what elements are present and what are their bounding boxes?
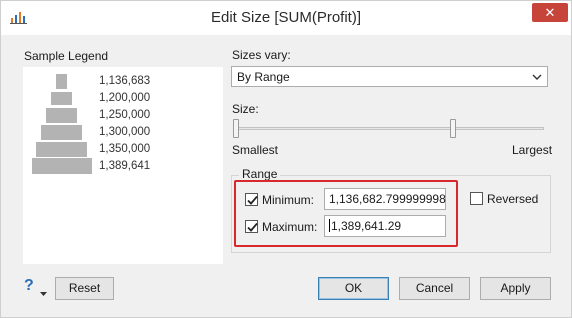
smallest-label: Smallest (232, 143, 279, 157)
caret-down-icon (40, 285, 47, 299)
apply-button[interactable]: Apply (480, 277, 551, 300)
largest-label: Largest (512, 143, 553, 157)
reset-button[interactable]: Reset (55, 277, 114, 300)
legend-item: 1,250,000 (23, 107, 223, 124)
legend-item: 1,200,000 (23, 90, 223, 107)
minimum-input[interactable]: 1,136,682.799999998 (324, 188, 446, 210)
chevron-down-icon (532, 71, 542, 81)
question-icon: ? (24, 277, 34, 294)
legend-item: 1,300,000 (23, 124, 223, 141)
close-icon: ✕ (544, 5, 556, 20)
text-caret (329, 219, 330, 232)
cancel-button[interactable]: Cancel (399, 277, 470, 300)
title-bar: Edit Size [SUM(Profit)] ✕ (1, 1, 571, 35)
legend-item: 1,350,000 (23, 141, 223, 158)
size-label: Size: (232, 102, 259, 116)
sample-legend-label: Sample Legend (24, 49, 109, 63)
help-button[interactable]: ? (24, 277, 50, 299)
sizes-vary-select[interactable]: By Range (231, 66, 548, 87)
legend-item: 1,136,683 (23, 73, 223, 90)
ok-button[interactable]: OK (318, 277, 389, 300)
maximum-label: Maximum: (262, 220, 318, 234)
close-button[interactable]: ✕ (532, 3, 568, 22)
range-group-title: Range (239, 167, 281, 181)
edit-size-dialog: Edit Size [SUM(Profit)] ✕ Sample Legend … (0, 0, 572, 318)
size-slider-max-handle[interactable] (450, 119, 456, 138)
sizes-vary-label: Sizes vary: (232, 48, 291, 62)
size-slider-track[interactable] (234, 127, 544, 130)
size-slider-min-handle[interactable] (233, 119, 239, 138)
check-icon (247, 222, 258, 232)
legend-item: 1,389,641 (23, 158, 223, 175)
check-icon (247, 195, 258, 205)
sizes-vary-value: By Range (237, 70, 290, 84)
minimum-label: Minimum: (262, 193, 315, 207)
sample-legend-box: 1,136,683 1,200,000 1,250,000 1,300,000 … (23, 67, 223, 264)
dialog-title: Edit Size [SUM(Profit)] (210, 9, 362, 26)
minimum-checkbox[interactable] (245, 193, 258, 206)
reversed-checkbox[interactable] (470, 192, 483, 205)
reversed-label: Reversed (487, 192, 539, 206)
dialog-body: Sample Legend 1,136,683 1,200,000 1,250,… (1, 35, 571, 317)
maximum-checkbox[interactable] (245, 220, 258, 233)
maximum-input[interactable]: 1,389,641.29 (324, 215, 446, 237)
